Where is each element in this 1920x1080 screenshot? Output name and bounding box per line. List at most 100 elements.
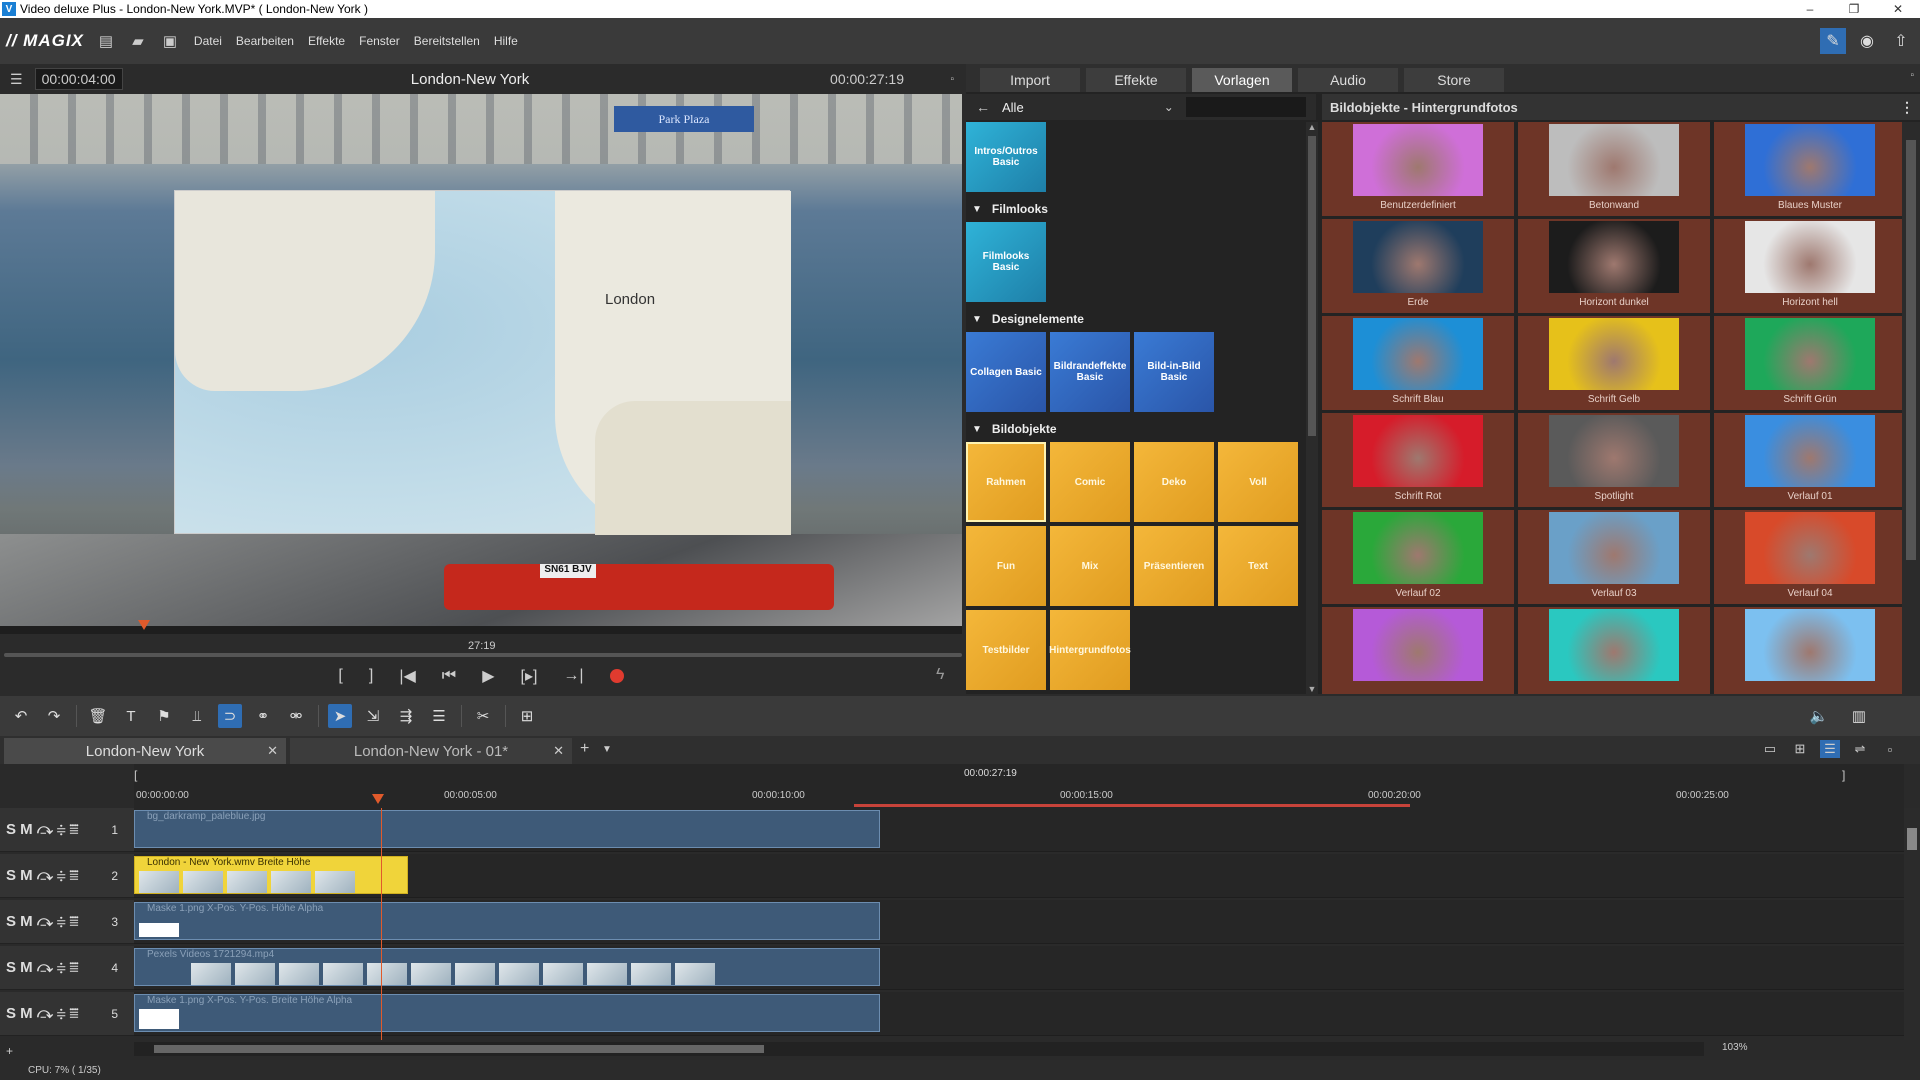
delete-icon[interactable]: 🗑 bbox=[86, 704, 110, 728]
save-icon[interactable]: ▣ bbox=[160, 31, 180, 51]
clip-pexels-video[interactable]: Pexels Videos 1721294.mp4 bbox=[134, 948, 880, 986]
volume-icon[interactable]: 🔈 bbox=[1807, 704, 1831, 728]
mixer-icon[interactable]: ▥ bbox=[1847, 704, 1871, 728]
track-lane-3[interactable]: Maske 1.png X-Pos. Y-Pos. Höhe Alpha bbox=[134, 900, 1904, 944]
backgrounds-scrollbar[interactable] bbox=[1902, 122, 1920, 694]
snap-icon[interactable]: ⊃ bbox=[218, 704, 242, 728]
multi-select-tool-icon[interactable]: ⇶ bbox=[394, 704, 418, 728]
preview-scrubber[interactable] bbox=[0, 620, 962, 634]
add-tab-icon[interactable]: + bbox=[580, 740, 589, 758]
solo-mute-controls[interactable]: S M ⤼ ≑ ⩸ bbox=[6, 959, 78, 976]
background-tile[interactable]: Spotlight bbox=[1518, 413, 1710, 507]
preview-position-marker[interactable] bbox=[138, 620, 150, 630]
clip-maske-1[interactable]: Maske 1.png X-Pos. Y-Pos. Höhe Alpha bbox=[134, 902, 880, 940]
clip-maske-1-b[interactable]: Maske 1.png X-Pos. Y-Pos. Breite Höhe Al… bbox=[134, 994, 880, 1032]
tile-bild-in-bild-basic[interactable]: Bild-in-Bild Basic bbox=[1134, 332, 1214, 412]
background-tile[interactable]: Schrift Rot bbox=[1322, 413, 1514, 507]
tile-hintergrundfotos[interactable]: Hintergrundfotos bbox=[1049, 610, 1131, 690]
tab-menu-icon[interactable]: ▼ bbox=[602, 744, 612, 755]
export-icon[interactable]: ⇧ bbox=[1888, 28, 1914, 54]
close-window-button[interactable]: ✕ bbox=[1876, 0, 1920, 18]
mixer-view-icon[interactable]: ⇌ bbox=[1850, 740, 1870, 758]
tile-voll[interactable]: Voll bbox=[1218, 442, 1298, 522]
scrollbar-thumb[interactable] bbox=[154, 1045, 764, 1053]
new-file-icon[interactable]: ▤ bbox=[96, 31, 116, 51]
storyboard-view-icon[interactable]: ▭ bbox=[1760, 740, 1780, 758]
in-point-icon[interactable]: [ bbox=[338, 667, 342, 685]
tab-audio[interactable]: Audio bbox=[1298, 68, 1398, 92]
project-tab-1[interactable]: London-New York ✕ bbox=[4, 738, 286, 764]
background-tile[interactable]: Betonwand bbox=[1518, 122, 1710, 216]
solo-mute-controls[interactable]: S M ⤼ ≑ ⩸ bbox=[6, 913, 78, 930]
track-header-5[interactable]: S M ⤼ ≑ ⩸ 5 bbox=[0, 992, 134, 1036]
solo-mute-controls[interactable]: S M ⤼ ≑ ⩸ bbox=[6, 867, 78, 884]
menu-fenster[interactable]: Fenster bbox=[359, 34, 400, 48]
collapse-triangle-icon[interactable]: ▼ bbox=[972, 204, 982, 215]
chevron-down-icon[interactable]: ⌄ bbox=[1164, 100, 1174, 114]
section-designelemente[interactable]: ▼ Designelemente bbox=[966, 310, 1084, 328]
tile-intros-outros[interactable]: Intros/Outros Basic bbox=[966, 122, 1046, 192]
background-tile[interactable]: Schrift Gelb bbox=[1518, 316, 1710, 410]
preview-position-bar[interactable] bbox=[4, 653, 962, 657]
group-icon[interactable]: ⚭ bbox=[251, 704, 275, 728]
back-arrow-icon[interactable]: ← bbox=[976, 99, 990, 115]
scrollbar-thumb[interactable] bbox=[1907, 828, 1917, 850]
background-tile[interactable] bbox=[1714, 607, 1902, 694]
menu-effekte[interactable]: Effekte bbox=[308, 34, 345, 48]
range-start-bracket[interactable]: [ bbox=[134, 768, 137, 782]
range-tool-icon[interactable]: ⇲ bbox=[361, 704, 385, 728]
tab-import[interactable]: Import bbox=[980, 68, 1080, 92]
split-icon[interactable]: ⫫ bbox=[185, 704, 209, 728]
category-select[interactable]: Alle bbox=[1002, 100, 1024, 115]
go-to-end-icon[interactable]: →| bbox=[563, 667, 583, 685]
timeline-vertical-scrollbar[interactable] bbox=[1904, 808, 1920, 1040]
background-tile[interactable]: Horizont dunkel bbox=[1518, 219, 1710, 313]
collapse-triangle-icon[interactable]: ▼ bbox=[972, 424, 982, 435]
collapse-triangle-icon[interactable]: ▼ bbox=[972, 314, 982, 325]
solo-mute-controls[interactable]: S M ⤼ ≑ ⩸ bbox=[6, 821, 78, 838]
tile-fun[interactable]: Fun bbox=[966, 526, 1046, 606]
undo-icon[interactable]: ↶ bbox=[9, 704, 33, 728]
background-tile[interactable]: Schrift Blau bbox=[1322, 316, 1514, 410]
background-tile[interactable]: Erde bbox=[1322, 219, 1514, 313]
play-icon[interactable]: ▶ bbox=[482, 666, 494, 686]
scene-view-icon[interactable]: ⊞ bbox=[1790, 740, 1810, 758]
previous-marker-icon[interactable]: ⏮ bbox=[442, 667, 456, 685]
background-tile[interactable]: Blaues Muster bbox=[1714, 122, 1902, 216]
menu-bereitstellen[interactable]: Bereitstellen bbox=[414, 34, 480, 48]
tile-bildrandeffekte-basic[interactable]: Bildrandeffekte Basic bbox=[1050, 332, 1130, 412]
tab-store[interactable]: Store bbox=[1404, 68, 1504, 92]
categories-scrollbar[interactable]: ▲ ▼ bbox=[1306, 122, 1318, 694]
background-tile[interactable]: Horizont hell bbox=[1714, 219, 1902, 313]
scrollbar-thumb[interactable] bbox=[1308, 136, 1316, 436]
tile-mix[interactable]: Mix bbox=[1050, 526, 1130, 606]
maximize-preview-icon[interactable]: ▫ bbox=[950, 74, 954, 85]
next-marker-icon[interactable]: [▸] bbox=[521, 666, 538, 686]
minimize-button[interactable]: – bbox=[1788, 0, 1832, 18]
clip-london-new-york[interactable]: London - New York.wmv Breite Höhe bbox=[134, 856, 408, 894]
title-icon[interactable]: T bbox=[119, 704, 143, 728]
menu-datei[interactable]: Datei bbox=[194, 34, 222, 48]
track-lane-2[interactable]: London - New York.wmv Breite Höhe bbox=[134, 854, 1904, 898]
playhead-marker[interactable] bbox=[372, 794, 384, 804]
background-tile[interactable]: Verlauf 03 bbox=[1518, 510, 1710, 604]
scroll-up-icon[interactable]: ▲ bbox=[1306, 122, 1318, 132]
stretch-tool-icon[interactable]: ☰ bbox=[427, 704, 451, 728]
redo-icon[interactable]: ↷ bbox=[42, 704, 66, 728]
tile-deko[interactable]: Deko bbox=[1134, 442, 1214, 522]
section-bildobjekte[interactable]: ▼ Bildobjekte bbox=[966, 420, 1057, 438]
pointer-tool-icon[interactable]: ➤ bbox=[328, 704, 352, 728]
timeline-ruler[interactable]: [ 00:00:27:19 ] 00:00:00:00 00:00:05:00 … bbox=[134, 764, 1904, 808]
track-header-4[interactable]: S M ⤼ ≑ ⩸ 4 bbox=[0, 946, 134, 990]
track-lane-5[interactable]: Maske 1.png X-Pos. Y-Pos. Breite Höhe Al… bbox=[134, 992, 1904, 1036]
scrollbar-thumb[interactable] bbox=[1906, 140, 1916, 560]
preview-quality-icon[interactable]: ϟ bbox=[936, 666, 944, 684]
track-header-1[interactable]: S M ⤼ ≑ ⩸ 1 bbox=[0, 808, 134, 852]
timeline-horizontal-scrollbar[interactable] bbox=[134, 1042, 1704, 1056]
out-point-icon[interactable]: ] bbox=[369, 667, 373, 685]
tile-praesentieren[interactable]: Präsentieren bbox=[1134, 526, 1214, 606]
maximize-pool-icon[interactable]: ▫ bbox=[1910, 70, 1914, 81]
background-tile[interactable] bbox=[1322, 607, 1514, 694]
background-tile[interactable]: Benutzerdefiniert bbox=[1322, 122, 1514, 216]
record-icon[interactable] bbox=[609, 669, 624, 683]
